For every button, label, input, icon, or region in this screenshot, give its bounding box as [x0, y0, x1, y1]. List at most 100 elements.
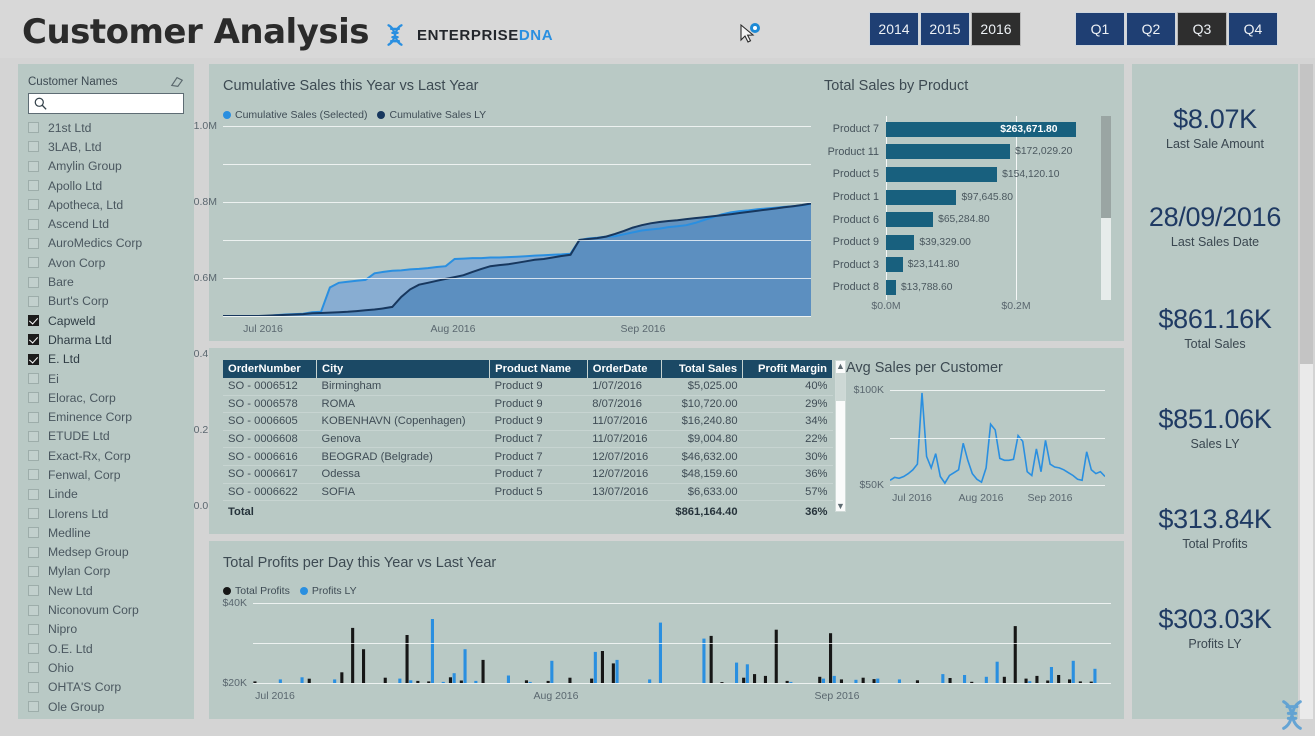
customer-checkbox[interactable] — [28, 392, 39, 404]
customer-list-item[interactable]: ETUDE Ltd — [28, 427, 190, 446]
customer-list-item[interactable]: Amylin Group — [28, 157, 190, 176]
product-chart-scrollbar[interactable] — [1101, 116, 1111, 300]
customer-list-item[interactable]: Elorac, Corp — [28, 388, 190, 407]
avg-sales-plot[interactable]: $0K$50K $100K Jul 2016 Aug 2016 Sep 2016 — [854, 384, 1106, 586]
table-column-header[interactable]: OrderDate — [587, 360, 662, 378]
year-button-2014[interactable]: 2014 — [869, 12, 919, 46]
customer-list-item[interactable]: New Ltd — [28, 581, 190, 600]
quarter-button-q4[interactable]: Q4 — [1228, 12, 1278, 46]
customer-checkbox[interactable] — [28, 430, 39, 442]
table-row[interactable]: SO - 0006608 Genova Product 7 11/07/2016 $9,… — [223, 430, 833, 449]
table-column-header[interactable]: City — [316, 360, 491, 378]
customer-list-item[interactable]: Linde — [28, 485, 190, 504]
customer-list-item[interactable]: Ole Group — [28, 697, 190, 713]
customer-checkbox[interactable] — [28, 681, 39, 693]
kpi-card[interactable]: $851.06K Sales LY — [1132, 404, 1298, 451]
quarter-slicer[interactable]: Q1 Q2 Q3 Q4 — [1075, 12, 1279, 46]
table-row[interactable]: SO - 0006605 KOBENHAVN (Copenhagen) Produc… — [223, 412, 833, 431]
legend-item[interactable]: Profits LY — [299, 585, 357, 597]
customer-checkbox[interactable] — [28, 257, 39, 269]
eraser-clear-filter-icon[interactable] — [170, 75, 184, 89]
table-row[interactable]: SO - 0006622 SOFIA Product 5 13/07/2016 $6,6… — [223, 483, 833, 502]
customer-checkbox[interactable] — [28, 527, 39, 539]
customer-checkbox[interactable] — [28, 701, 39, 713]
kpi-card[interactable]: $313.84K Total Profits — [1132, 504, 1298, 551]
customer-checkbox[interactable] — [28, 643, 39, 655]
customer-checkbox[interactable] — [28, 295, 39, 307]
customer-list-item[interactable]: Capweld — [28, 311, 190, 330]
customer-checkbox[interactable] — [28, 546, 39, 558]
customer-checkbox[interactable] — [28, 508, 39, 520]
customer-checkbox[interactable] — [28, 199, 39, 211]
customer-checkbox[interactable] — [28, 565, 39, 577]
product-bar[interactable] — [886, 166, 998, 182]
product-bar[interactable] — [886, 234, 915, 250]
kpi-card[interactable]: $861.16K Total Sales — [1132, 304, 1298, 351]
legend-item[interactable]: Cumulative Sales (Selected) — [223, 109, 367, 121]
customer-list-item[interactable]: 21st Ltd — [28, 118, 190, 137]
customer-list-item[interactable]: Apollo Ltd — [28, 176, 190, 195]
customer-list-item[interactable]: Fenwal, Corp — [28, 465, 190, 484]
legend-item[interactable]: Total Profits — [223, 585, 290, 597]
customer-list-item[interactable]: Dharma Ltd — [28, 330, 190, 349]
customer-checkbox[interactable] — [28, 334, 39, 346]
customer-checkbox[interactable] — [28, 353, 39, 365]
table-column-header[interactable]: Total Sales — [661, 360, 744, 378]
product-bar-row[interactable]: Product 9 $39,329.00 — [824, 231, 1096, 254]
orders-table[interactable]: OrderNumber City Product Name OrderDate Tota… — [223, 360, 833, 520]
customer-list-item[interactable]: Medline — [28, 523, 190, 542]
table-row[interactable]: SO - 0006512 Birmingham Product 9 1/07/2016… — [223, 378, 833, 396]
scrollbar-thumb[interactable] — [1300, 64, 1313, 364]
customer-checkbox[interactable] — [28, 450, 39, 462]
table-row[interactable]: SO - 0006616 BEOGRAD (Belgrade) Product 71… — [223, 447, 833, 466]
customer-checkbox[interactable] — [28, 180, 39, 192]
customer-checkbox[interactable] — [28, 585, 39, 597]
year-slicer[interactable]: 2014 2015 2016 — [869, 12, 1022, 46]
scroll-up-arrow[interactable]: ▲ — [836, 361, 845, 371]
customer-checkbox[interactable] — [28, 469, 39, 481]
customer-list-item[interactable]: Llorens Ltd — [28, 504, 190, 523]
kpi-card[interactable]: $303.03K Profits LY — [1132, 604, 1298, 651]
table-header-row[interactable]: OrderNumber City Product Name OrderDate Tota… — [223, 360, 833, 378]
customer-list-item[interactable]: Mylan Corp — [28, 562, 190, 581]
customer-checkbox[interactable] — [28, 623, 39, 635]
cumulative-sales-plot[interactable]: 0.0M 0.2M 0.4M 0.6M 0.8M 1.0M Jul 2016 Aug 2016… — [194, 120, 812, 512]
product-bar-row[interactable]: Product 3 $23,141.80 — [824, 254, 1096, 277]
slicer-search-box[interactable] — [28, 93, 184, 114]
customer-checkbox[interactable] — [28, 315, 39, 327]
total-profits-plot[interactable]: $0K $20K $40K Jul 2016 Aug 2016 Sep 2016 — [222, 597, 1111, 702]
customer-checkbox[interactable] — [28, 237, 39, 249]
customer-list-item[interactable]: Exact-Rx, Corp — [28, 446, 190, 465]
legend-item[interactable]: Cumulative Sales LY — [377, 109, 486, 121]
customer-list-item[interactable]: Ascend Ltd — [28, 214, 190, 233]
year-button-2016[interactable]: 2016 — [971, 12, 1021, 46]
scroll-down-arrow[interactable]: ▼ — [836, 501, 845, 511]
customer-checkbox[interactable] — [28, 218, 39, 230]
product-bar-rows[interactable]: Product 7 $263,671.80 Product 11 $172,029.2… — [824, 118, 1096, 299]
scrollbar-thumb[interactable] — [1101, 116, 1111, 218]
customer-checkbox[interactable] — [28, 276, 39, 288]
customer-list-item[interactable]: O.E. Ltd — [28, 639, 190, 658]
quarter-button-q2[interactable]: Q2 — [1126, 12, 1176, 46]
customer-list-item[interactable]: 3LAB, Ltd — [28, 137, 190, 156]
table-column-header[interactable]: OrderNumber — [223, 360, 318, 378]
page-scrollbar[interactable] — [1300, 64, 1313, 719]
customer-checkbox[interactable] — [28, 488, 39, 500]
product-bar-row[interactable]: Product 5 $154,120.10 — [824, 163, 1096, 186]
customer-list-item[interactable]: Avon Corp — [28, 253, 190, 272]
year-button-2015[interactable]: 2015 — [920, 12, 970, 46]
table-column-header[interactable]: Product Name — [489, 360, 588, 378]
customer-checkbox[interactable] — [28, 160, 39, 172]
customer-list-item[interactable]: Eminence Corp — [28, 407, 190, 426]
customer-checkbox[interactable] — [28, 411, 39, 423]
customer-checkbox[interactable] — [28, 604, 39, 616]
customer-list-item[interactable]: Bare — [28, 272, 190, 291]
kpi-card[interactable]: $8.07K Last Sale Amount — [1132, 104, 1298, 151]
product-bar[interactable] — [886, 189, 957, 205]
customer-list-item[interactable]: Apotheca, Ltd — [28, 195, 190, 214]
customer-list-item[interactable]: Medsep Group — [28, 543, 190, 562]
customer-list-item[interactable]: Niconovum Corp — [28, 600, 190, 619]
customer-list-item[interactable]: E. Ltd — [28, 350, 190, 369]
table-body[interactable]: SO - 0006512 Birmingham Product 9 1/07/2016… — [223, 378, 833, 520]
product-bar[interactable] — [886, 279, 896, 295]
